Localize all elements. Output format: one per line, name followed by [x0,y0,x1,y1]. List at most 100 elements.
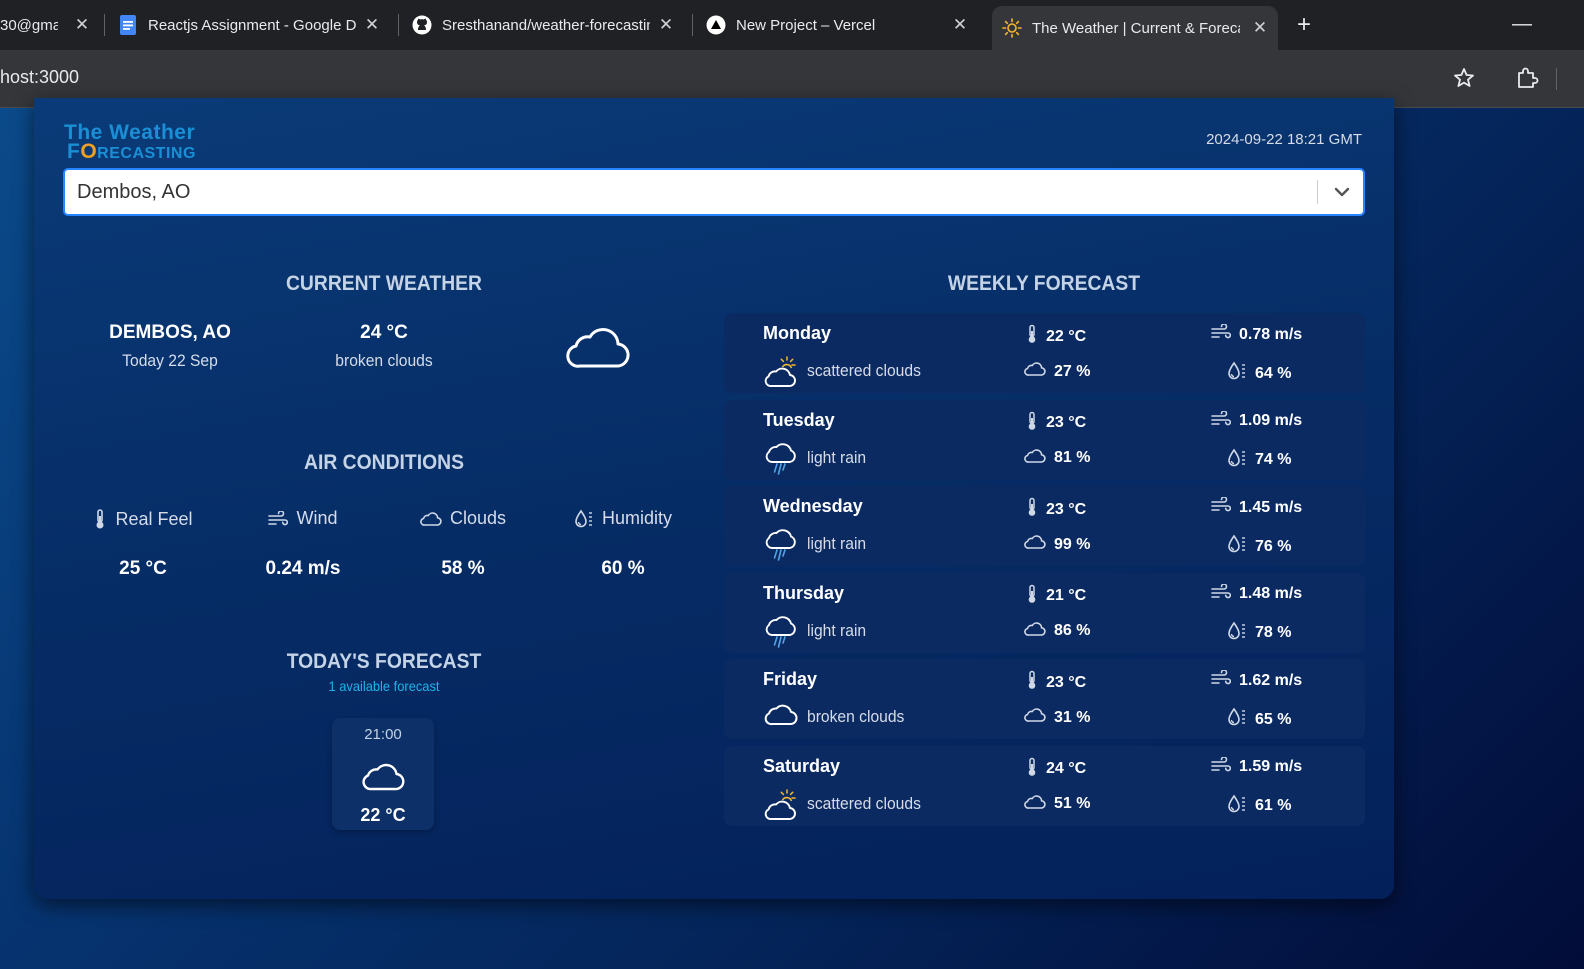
day-temp-value: 23 °C [1046,673,1087,691]
close-icon[interactable]: ✕ [360,13,384,37]
weekly-forecast-row: Friday broken clouds 23 °C 31 % 1.62 m/s… [724,659,1365,739]
humidity-icon [1227,794,1255,819]
wind-icon [1211,755,1239,778]
tab-separator [104,14,105,36]
extensions-puzzle-icon[interactable] [1514,65,1540,91]
day-wind-value: 1.62 m/s [1239,671,1303,689]
day-humidity-value: 76 % [1255,537,1292,555]
humidity-icon [575,509,592,527]
url-text[interactable]: host:3000 [0,67,79,88]
page-viewport: The Weather FOrecasting 2024-09-22 18:21… [0,98,1584,969]
weekly-forecast-title: WEEKLY FORECAST [947,272,1141,295]
tab-vercel[interactable]: New Project – Vercel ✕ [706,6,978,44]
new-tab-button[interactable]: + [1290,11,1318,39]
weekly-forecast-row: Tuesday light rain 23 °C 81 % 1.09 m/s 7… [724,399,1365,480]
todays-forecast-title: TODAY'S FORECAST [286,650,482,673]
current-city: DEMBOS, AO [109,322,231,343]
tab-weather-active[interactable]: The Weather | Current & Foreca ✕ [992,6,1278,50]
select-divider [1317,180,1318,204]
chevron-down-icon[interactable] [1327,178,1357,206]
tab-google-docs[interactable]: Reactjs Assignment - Google Do ✕ [118,6,390,44]
day-clouds-value: 86 % [1054,622,1091,639]
day-name: Saturday [763,755,841,776]
day-humidity: 78 % [1227,621,1291,646]
forecast-time: 21:00 [364,726,402,743]
wind-icon [1211,409,1239,432]
humidity-icon [1227,361,1255,386]
rain-icon [764,528,798,562]
forecast-temperature: 22 °C [360,805,406,825]
logo-line-2: FOrecasting [67,140,214,163]
day-clouds-value: 51 % [1054,795,1091,812]
minimize-icon[interactable]: — [1510,12,1534,36]
air-label: Real Feel [115,508,193,529]
thermometer-icon [1026,497,1046,522]
cloud-icon [764,701,798,735]
current-datetime: 2024-09-22 18:21 GMT [1206,131,1362,148]
day-description: broken clouds [807,707,905,726]
day-temperature: 23 °C [1026,670,1086,695]
tab-github[interactable]: Sresthanand/weather-forecastin ✕ [412,6,684,44]
vercel-icon [706,15,726,35]
humidity-icon [1227,534,1255,559]
search-input[interactable] [77,179,1277,205]
wind-icon [1211,496,1239,518]
app-logo[interactable]: The Weather FOrecasting [64,122,214,163]
tab-title: Reactjs Assignment - Google Do [148,16,356,34]
day-clouds-value: 81 % [1054,449,1091,466]
cloud-icon [1024,794,1054,815]
day-clouds-value: 99 % [1054,535,1091,553]
day-name: Monday [763,323,832,343]
air-label: Wind [296,508,338,528]
wind-icon [268,510,289,525]
day-description: scattered clouds [807,361,921,380]
day-description: light rain [807,447,867,467]
google-docs-icon [118,15,138,35]
day-wind: 0.78 m/s [1211,323,1303,345]
day-wind: 1.48 m/s [1211,582,1302,605]
wind-icon [1211,669,1239,691]
weekly-forecast-row: Thursday light rain 21 °C 86 % 1.48 m/s … [724,572,1365,653]
tab-gmail[interactable]: 30@gma ✕ [0,6,100,44]
logo-text-o: O [80,140,98,163]
day-humidity: 64 % [1227,361,1291,386]
rain-icon [764,615,798,649]
wind-icon [1211,323,1239,345]
day-temp-value: 23 °C [1046,500,1087,518]
thermometer-icon [1026,324,1046,349]
day-temperature: 24 °C [1026,757,1086,782]
close-icon[interactable]: ✕ [1248,16,1272,40]
real-feel-value: 25 °C [119,558,167,579]
cloud-icon [566,324,630,375]
thermometer-icon [1026,411,1046,436]
day-clouds-value: 31 % [1054,708,1091,726]
day-wind-value: 0.78 m/s [1239,325,1303,343]
partly-cloudy-icon [764,355,798,389]
bookmark-star-icon[interactable] [1452,66,1476,90]
cloud-icon [361,760,405,797]
city-search-select[interactable] [63,168,1365,216]
rain-icon [764,442,798,476]
wind-label: Wind [223,508,383,529]
air-label: Clouds [449,508,507,528]
close-icon[interactable]: ✕ [70,13,94,37]
thermometer-icon [1026,584,1046,609]
day-temp-value: 21 °C [1046,587,1087,604]
day-description: scattered clouds [807,793,921,813]
cloud-icon [1024,621,1054,642]
current-temperature: 24 °C [360,322,408,343]
day-clouds: 31 % [1024,707,1090,728]
close-icon[interactable]: ✕ [654,13,678,37]
day-wind: 1.09 m/s [1211,409,1302,432]
day-temp-value: 22 °C [1046,327,1087,345]
current-weather-title: CURRENT WEATHER [285,272,483,295]
day-wind: 1.45 m/s [1211,496,1302,518]
weekly-forecast-row: Saturday scattered clouds 24 °C 51 % 1.5… [724,745,1365,826]
weekly-forecast-row: Monday scattered clouds 22 °C 27 % 0.78 … [724,313,1365,393]
day-name: Thursday [763,582,845,603]
forecast-count: 1 available forecast [328,678,440,694]
day-clouds: 81 % [1024,448,1090,469]
weekly-forecast-row: Wednesday light rain 23 °C 99 % 1.45 m/s… [724,486,1365,566]
close-icon[interactable]: ✕ [948,13,972,37]
day-temperature: 21 °C [1026,584,1086,609]
